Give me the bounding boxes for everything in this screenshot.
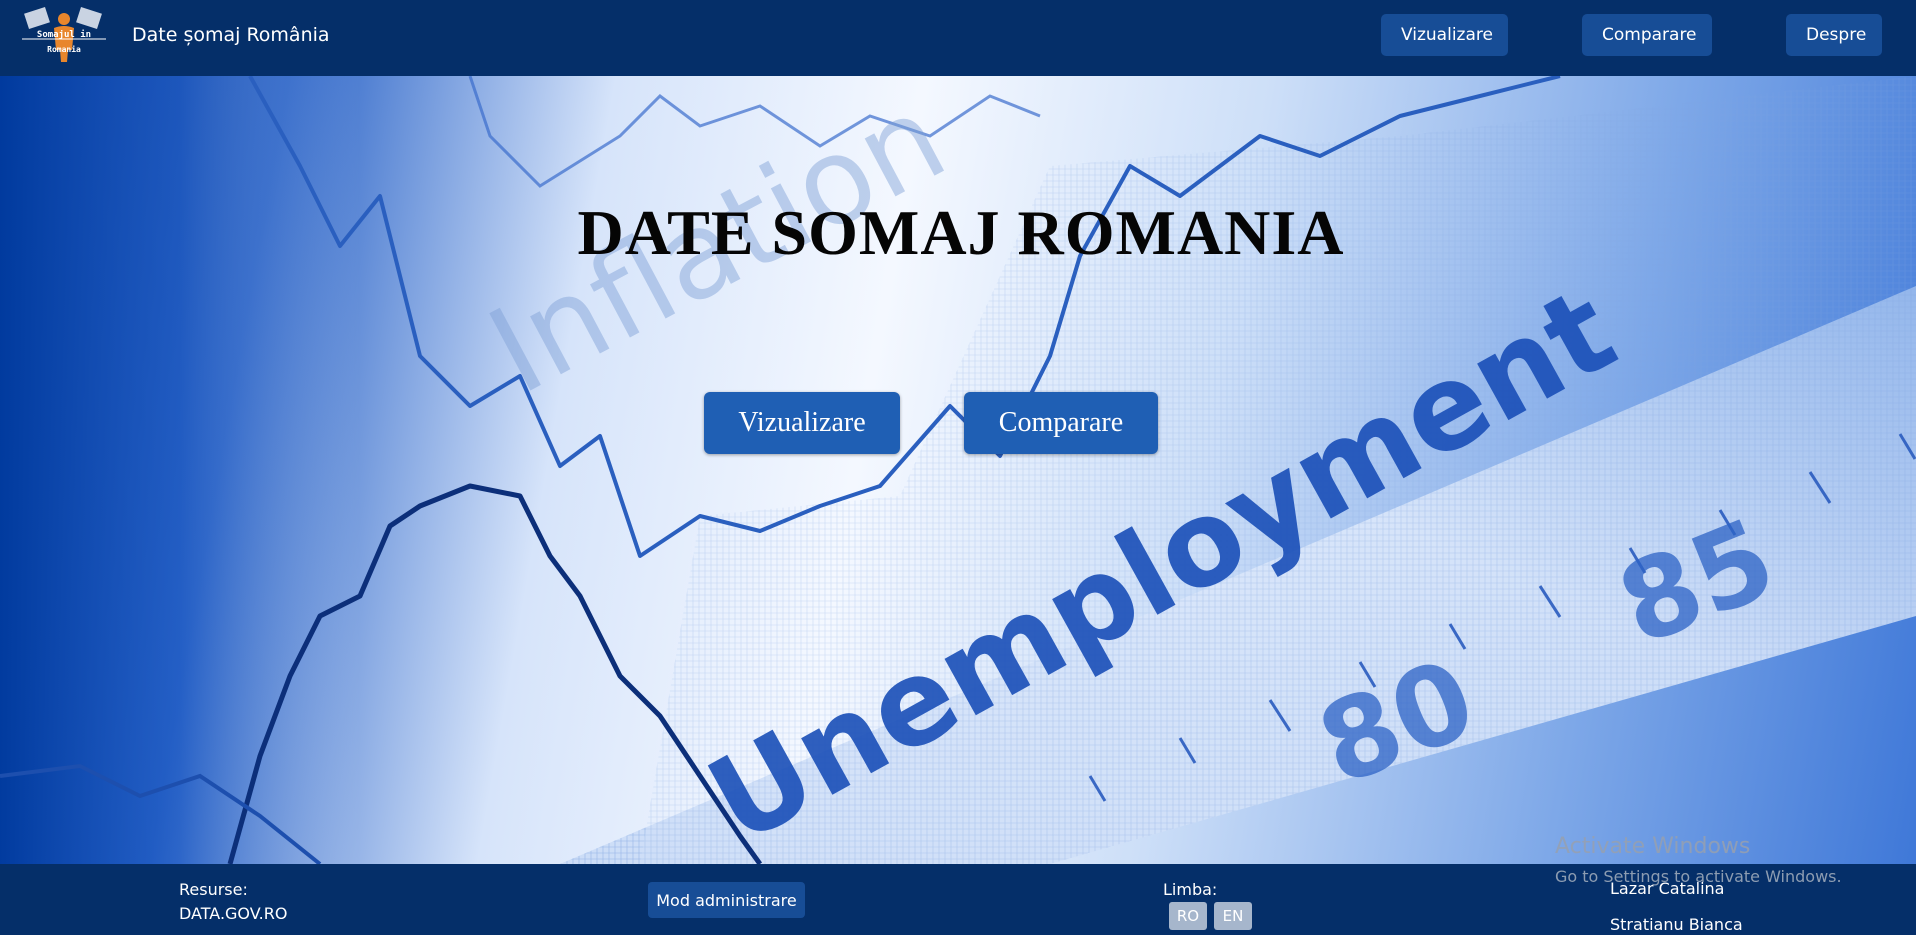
footer: Resurse: DATA.GOV.RO Mod administrare Li… bbox=[0, 864, 1916, 935]
logo-newspaper-right bbox=[76, 6, 102, 30]
site-title[interactable]: Date șomaj România bbox=[132, 24, 330, 46]
hero-banner: Inflation Unemployment 80 85 DATE SOMAJ … bbox=[0, 76, 1916, 864]
hero-comparare-button[interactable]: Comparare bbox=[964, 392, 1158, 454]
nav-comparare-button[interactable]: Comparare bbox=[1582, 14, 1712, 56]
left-dark-edge bbox=[0, 76, 360, 864]
nav-vizualizare-button[interactable]: Vizualizare bbox=[1381, 14, 1508, 56]
author-name: Stratianu Bianca bbox=[1610, 915, 1743, 934]
logo-newspaper-left bbox=[24, 6, 50, 30]
hero-title: DATE SOMAJ ROMANIA bbox=[577, 197, 1345, 268]
nav-despre-button[interactable]: Despre bbox=[1786, 14, 1882, 56]
hero-vizualizare-button[interactable]: Vizualizare bbox=[704, 392, 900, 454]
admin-mode-button[interactable]: Mod administrare bbox=[648, 882, 805, 918]
logo-text-line1: Somajul in bbox=[37, 29, 91, 40]
language-en-button[interactable]: EN bbox=[1214, 902, 1252, 930]
site-logo[interactable]: Somajul in Romania bbox=[18, 6, 110, 68]
logo-text-line2: Romania bbox=[47, 44, 81, 54]
hero-background-image: Inflation Unemployment 80 85 bbox=[0, 76, 1916, 864]
top-navbar: Somajul in Romania Date șomaj România Vi… bbox=[0, 0, 1916, 76]
language-ro-button[interactable]: RO bbox=[1169, 902, 1207, 930]
language-label: Limba: bbox=[1163, 880, 1218, 899]
resources-label: Resurse: bbox=[179, 880, 248, 899]
logo-person-head bbox=[58, 13, 70, 25]
resources-link[interactable]: DATA.GOV.RO bbox=[179, 904, 287, 923]
author-name: Lazar Catalina bbox=[1610, 879, 1725, 898]
